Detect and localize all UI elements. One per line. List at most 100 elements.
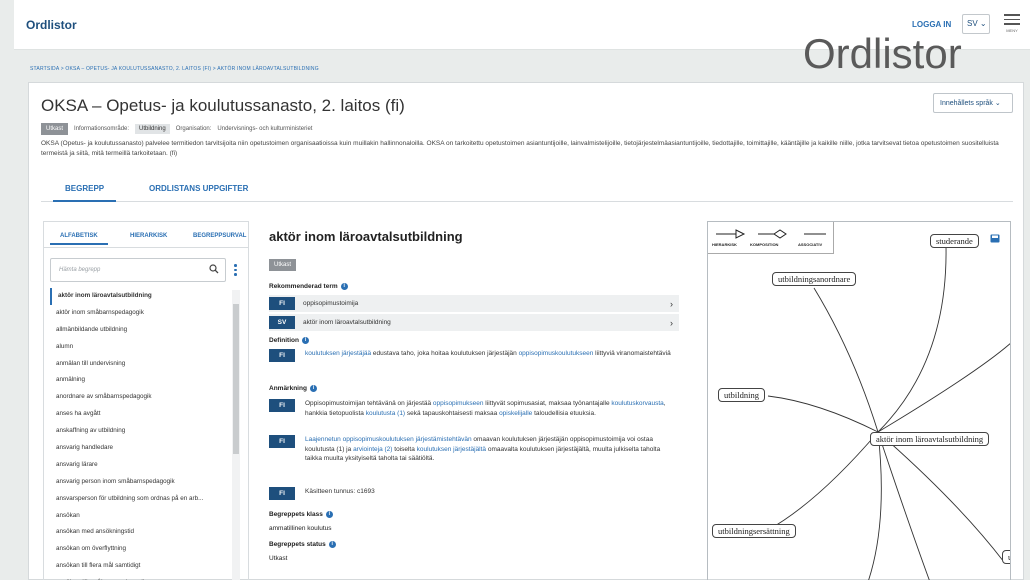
lang-tag: FI	[269, 297, 295, 310]
graph-node[interactable]: utbildning	[718, 388, 765, 402]
sidebar-tabs: ALFABETISK HIERARKISK BEGREPPSURVAL	[44, 222, 248, 248]
status-label: Begreppets status i	[269, 541, 336, 548]
breadcrumb[interactable]: STARTSIDA > OKSA – OPETUS- JA KOULUTUSSA…	[30, 66, 319, 72]
hamburger-line	[1004, 18, 1020, 20]
org-label: Organisation:	[175, 126, 212, 132]
concept-sidebar: ALFABETISK HIERARKISK BEGREPPSURVAL Hämt…	[43, 221, 249, 580]
chevron-right-icon: ›	[670, 298, 673, 309]
list-item[interactable]: ansökan till flera mål samtidigt	[50, 558, 230, 575]
info-icon: i	[301, 337, 309, 344]
list-item[interactable]: allmänbildande utbildning	[50, 322, 230, 339]
list-item[interactable]: anskaffning av utbildning	[50, 423, 230, 440]
tab-concept-selection[interactable]: BEGREPPSURVAL	[193, 233, 246, 239]
chevron-right-icon: ›	[670, 317, 673, 328]
note-label: Anmärkning i	[269, 385, 317, 392]
options-kebab-icon[interactable]	[234, 264, 238, 276]
lang-tag: FI	[269, 487, 295, 500]
org-value: Undervisnings- och kulturministeriet	[217, 126, 313, 132]
term-text: aktör inom läroavtalsutbildning	[303, 319, 391, 326]
save-graph-icon[interactable]	[990, 234, 1000, 243]
note-link[interactable]: opiskelijalle	[499, 410, 532, 417]
legend-associative: ASSOCIATIV	[798, 242, 823, 247]
content-language-select[interactable]: Innehållets språk ⌄	[933, 93, 1013, 113]
note-link[interactable]: arviointeja (2)	[353, 446, 392, 453]
brand-logo[interactable]: Ordlistor	[26, 18, 77, 32]
language-value: SV	[967, 19, 978, 28]
content-language-label: Innehållets språk	[940, 100, 993, 107]
list-item[interactable]: ansvarig handledare	[50, 440, 230, 457]
lang-tag: FI	[269, 349, 295, 362]
menu-label: MENY	[1006, 27, 1018, 33]
graph-node[interactable]: u	[1002, 550, 1010, 564]
note-link[interactable]: Laajennetun oppisopimuskoulutuksen järje…	[305, 436, 472, 443]
tab-alphabetical[interactable]: ALFABETISK	[50, 233, 108, 245]
info-icon: i	[328, 541, 336, 548]
note-link[interactable]: koulutuskorvausta	[611, 400, 663, 407]
term-row-sv[interactable]: SV aktör inom läroavtalsutbildning ›	[269, 314, 679, 331]
domain-chip: Utbildning	[135, 124, 170, 134]
note-2: FI Laajennetun oppisopimuskoulutuksen jär…	[269, 435, 675, 464]
menu-button[interactable]: MENY	[1004, 14, 1020, 34]
page-title: OKSA – Opetus- ja koulutussanasto, 2. la…	[41, 96, 405, 115]
definition-link[interactable]: koulutuksen järjestäjää	[305, 350, 371, 357]
note-link[interactable]: koulutusta (1)	[366, 410, 405, 417]
chevron-down-icon: ⌄	[994, 100, 1001, 107]
tab-hierarchical[interactable]: HIERARKISK	[130, 233, 167, 239]
definition: FI koulutuksen järjestäjää edustava taho,…	[269, 349, 675, 362]
definition-link[interactable]: oppisopimuskoulutukseen	[519, 350, 594, 357]
vocab-meta: Utkast Informationsområde: Utbildning Or…	[41, 123, 312, 135]
tab-concepts[interactable]: BEGREPP	[52, 184, 117, 202]
status-value: Utkast	[269, 555, 288, 562]
note-1: FI Oppisopimustoimijan tehtävänä on järje…	[269, 399, 675, 418]
list-item[interactable]: anmälning	[50, 372, 230, 389]
list-scrollbar[interactable]	[232, 290, 240, 580]
graph-node[interactable]: utbildningsanordnare	[772, 272, 857, 286]
list-item[interactable]: anses ha avgått	[50, 406, 230, 423]
legend-symbols	[716, 229, 826, 239]
class-value: ammatillinen koulutus	[269, 525, 332, 532]
note-link[interactable]: oppisopimukseen	[433, 400, 484, 407]
hamburger-line	[1004, 23, 1020, 25]
search-icon[interactable]	[209, 264, 219, 274]
scrollbar-thumb[interactable]	[233, 304, 239, 454]
login-link[interactable]: LOGGA IN	[912, 20, 951, 29]
search-input[interactable]: Hämta begrepp	[50, 258, 226, 282]
list-item[interactable]: ansvarig person inom småbarnspedagogik	[50, 474, 230, 491]
vocab-description: OKSA (Opetus- ja koulutussanasto) palvel…	[41, 140, 999, 157]
term-row-fi[interactable]: FI oppisopimustoimija ›	[269, 295, 679, 312]
list-item[interactable]: aktör inom småbarnspedagogik	[50, 305, 230, 322]
concept-detail: aktör inom läroavtalsutbildning Utkast R…	[269, 225, 679, 580]
list-item[interactable]: ansvarig lärare	[50, 457, 230, 474]
graph-legend: HIERARKISK KOMPOSITION ASSOCIATIV	[708, 222, 834, 254]
list-item[interactable]: ansökan med ansökningstid	[50, 524, 230, 541]
graph-node[interactable]: studerande	[930, 234, 979, 248]
info-icon: i	[340, 283, 348, 290]
info-icon: i	[325, 511, 333, 518]
list-item[interactable]: anordnare av småbarnspedagogik	[50, 389, 230, 406]
list-item[interactable]: alumn	[50, 339, 230, 356]
lang-tag: FI	[269, 435, 295, 448]
overlay-title: Ordlistor	[803, 30, 962, 77]
domain-label: Informationsområde:	[74, 126, 130, 132]
list-item[interactable]: anmälan till undervisning	[50, 356, 230, 373]
list-item[interactable]: ansökan	[50, 508, 230, 525]
list-item[interactable]: ansökan till småbarnspedagogik	[50, 575, 230, 580]
main-tabs: BEGREPP ORDLISTANS UPPGIFTER	[41, 178, 1013, 202]
legend-composition: KOMPOSITION	[750, 242, 779, 247]
language-select[interactable]: SV ⌄	[962, 14, 990, 34]
search-placeholder: Hämta begrepp	[59, 267, 101, 273]
list-item[interactable]: ansvarsperson för utbildning som ordnas …	[50, 491, 230, 508]
graph-node[interactable]: utbildningsersättning	[712, 524, 796, 538]
concept-graph[interactable]: HIERARKISK KOMPOSITION ASSOCIATIV studer…	[707, 221, 1011, 580]
hamburger-icon	[1004, 14, 1020, 16]
concept-title: aktör inom läroavtalsutbildning	[269, 229, 463, 244]
note-3: FI Käsitteen tunnus: c1693	[269, 487, 675, 500]
graph-node-selected[interactable]: aktör inom läroavtalsutbildning	[870, 432, 990, 446]
list-item[interactable]: ansökan om överflyttning	[50, 541, 230, 558]
list-item[interactable]: aktör inom läroavtalsutbildning	[50, 288, 230, 305]
note-link[interactable]: koulutuksen järjestäjältä	[417, 446, 486, 453]
chevron-down-icon: ⌄	[979, 19, 987, 28]
concept-status-badge: Utkast	[269, 259, 297, 271]
tab-vocabulary-info[interactable]: ORDLISTANS UPPGIFTER	[149, 184, 248, 193]
status-badge: Utkast	[41, 123, 69, 135]
